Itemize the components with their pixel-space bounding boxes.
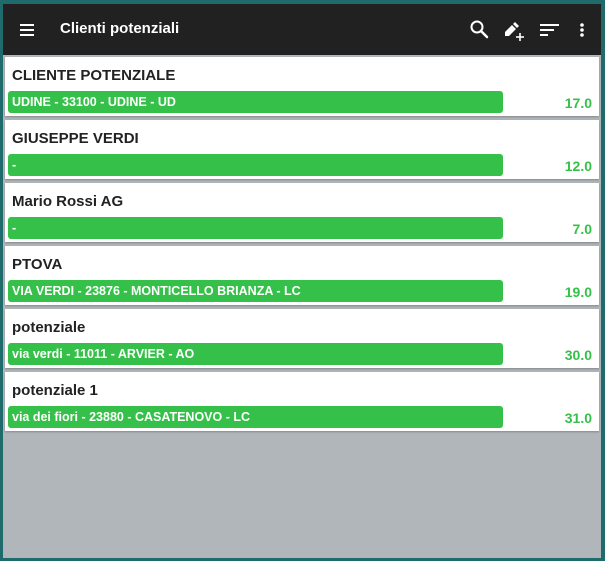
client-card[interactable]: potenziale 1 via dei fiori - 23880 - CAS… — [5, 372, 599, 431]
app-window: Clienti potenziali CLIENTE POTENZIALE UD… — [3, 4, 601, 558]
client-address: - — [8, 217, 503, 239]
client-value: 30.0 — [564, 347, 592, 363]
client-value: 17.0 — [564, 95, 592, 111]
client-address: via dei fiori - 23880 - CASATENOVO - LC — [8, 406, 503, 428]
client-name: PTOVA — [12, 256, 63, 273]
client-card[interactable]: potenziale via verdi - 11011 - ARVIER - … — [5, 309, 599, 368]
client-name: CLIENTE POTENZIALE — [12, 67, 176, 84]
client-name: potenziale — [12, 319, 86, 336]
client-address: via verdi - 11011 - ARVIER - AO — [8, 343, 503, 365]
client-name: potenziale 1 — [12, 382, 98, 399]
client-address: - — [8, 154, 503, 176]
client-name: Mario Rossi AG — [12, 193, 124, 210]
client-card[interactable]: CLIENTE POTENZIALE UDINE - 33100 - UDINE… — [5, 57, 599, 116]
page-title: Clienti potenziali — [60, 20, 180, 37]
menu-icon[interactable] — [17, 20, 39, 40]
client-card[interactable]: PTOVA VIA VERDI - 23876 - MONTICELLO BRI… — [5, 246, 599, 305]
search-icon[interactable] — [467, 17, 493, 43]
edit-add-icon[interactable] — [501, 17, 527, 43]
client-address: VIA VERDI - 23876 - MONTICELLO BRIANZA -… — [8, 280, 503, 302]
sort-icon[interactable] — [537, 17, 563, 43]
more-vert-icon[interactable] — [569, 17, 595, 43]
client-card[interactable]: Mario Rossi AG - 7.0 — [5, 183, 599, 242]
client-address: UDINE - 33100 - UDINE - UD — [8, 91, 503, 113]
client-value: 7.0 — [572, 221, 592, 237]
client-name: GIUSEPPE VERDI — [12, 130, 139, 147]
client-value: 12.0 — [564, 158, 592, 174]
client-value: 19.0 — [564, 284, 592, 300]
client-value: 31.0 — [564, 410, 592, 426]
app-bar: Clienti potenziali — [3, 4, 601, 55]
client-card[interactable]: GIUSEPPE VERDI - 12.0 — [5, 120, 599, 179]
